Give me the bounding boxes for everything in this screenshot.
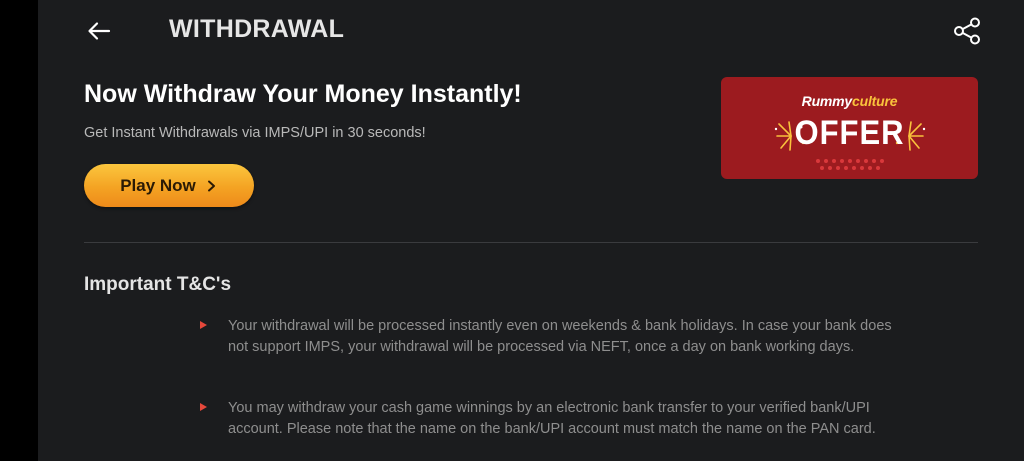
logo-culture: culture bbox=[852, 93, 898, 109]
chevron-right-icon bbox=[206, 180, 218, 192]
promo-subtitle: Get Instant Withdrawals via IMPS/UPI in … bbox=[84, 125, 426, 141]
share-icon bbox=[954, 17, 980, 45]
play-now-button[interactable]: Play Now bbox=[84, 164, 254, 207]
logo-rummy: Rummy bbox=[801, 93, 853, 109]
decorative-dots bbox=[816, 159, 884, 170]
arrow-left-icon bbox=[88, 22, 111, 40]
bullet-triangle-icon bbox=[200, 403, 207, 411]
page-title: WITHDRAWAL bbox=[169, 15, 345, 43]
rummyculture-logo: Rummyculture bbox=[721, 93, 978, 109]
withdrawal-screen: WITHDRAWAL Now Withdraw Your Money Insta… bbox=[38, 0, 1024, 461]
terms-heading: Important T&C's bbox=[84, 274, 232, 295]
bullet-triangle-icon bbox=[200, 321, 207, 329]
section-divider bbox=[84, 242, 978, 243]
terms-item-text: You may withdraw your cash game winnings… bbox=[228, 400, 876, 437]
terms-item-text: Your withdrawal will be processed instan… bbox=[228, 318, 892, 355]
offer-banner[interactable]: Rummyculture OFFER bbox=[721, 77, 978, 179]
screen-edge bbox=[0, 0, 38, 461]
share-button[interactable] bbox=[952, 16, 984, 46]
play-now-label: Play Now bbox=[120, 175, 196, 195]
promo-title: Now Withdraw Your Money Instantly! bbox=[84, 80, 522, 108]
back-button[interactable] bbox=[84, 16, 114, 46]
offer-text: OFFER bbox=[794, 112, 905, 153]
